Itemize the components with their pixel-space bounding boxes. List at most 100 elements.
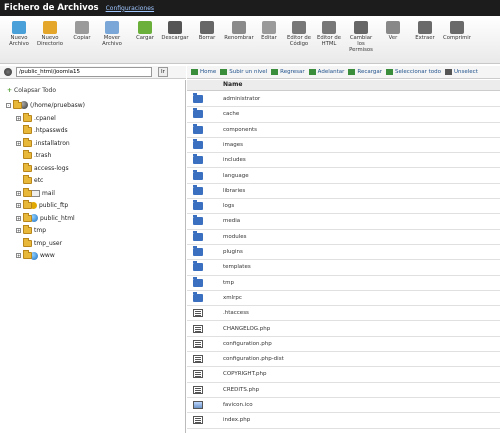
column-name-header[interactable]: Name [223,81,242,88]
forward-action[interactable]: Adelantar [308,69,345,75]
tree-item[interactable]: + public_ftp [16,200,68,211]
file-row[interactable]: modules [187,230,500,245]
new-file-button[interactable]: Nuevo Archivo [4,21,34,47]
back-action[interactable]: Regresar [271,69,305,75]
collapse-all-link[interactable]: + Colapsar Todo [7,87,56,94]
upload-button[interactable]: Cargar [130,21,160,41]
tree-item[interactable]: + public_html [16,212,75,223]
expand-node-icon[interactable]: + [16,203,21,208]
edit-button[interactable]: Editar [254,21,284,41]
file-row[interactable]: administrator [187,92,500,108]
code-editor-button[interactable]: Editor de Código [284,21,314,47]
html-editor-button[interactable]: Editor de HTML [314,21,344,47]
tree-root[interactable]: - (/home/pruebasw) [6,99,85,110]
file-row[interactable]: configuration.php-dist [187,352,500,368]
file-row[interactable]: plugins [187,245,500,261]
file-icon [193,309,203,318]
file-row[interactable]: xmlrpc [187,291,500,307]
delete-button[interactable]: Borrar [192,21,222,41]
file-row[interactable]: .htaccess [187,306,500,322]
toolbar-button-label: Descargar [161,35,189,41]
tree-item-label: etc [34,177,44,184]
download-button[interactable]: Descargar [160,21,190,41]
file-row[interactable]: index.php [187,413,500,429]
tree-item[interactable]: access-logs [16,162,69,173]
new-file-icon [12,21,26,34]
path-bar: Ir [0,66,186,79]
tree-item[interactable]: + .cpanel [16,112,56,123]
compress-button[interactable]: Comprimir [442,21,472,41]
expand-node-icon[interactable]: + [16,253,21,258]
expand-node-icon[interactable]: + [16,190,21,196]
file-row[interactable]: COPYRIGHT.php [187,367,500,383]
file-row[interactable]: logs [187,199,500,215]
tree-item[interactable]: etc [16,175,44,186]
file-row[interactable]: CHANGELOG.php [187,322,500,337]
file-row[interactable]: tmp [187,276,500,291]
tree-item[interactable]: .htpasswds [16,125,68,136]
file-row[interactable]: favicon.ico [187,398,500,414]
tree-item[interactable]: .trash [16,150,51,161]
file-row[interactable]: CREDITS.php [187,383,500,398]
go-button[interactable]: Ir [158,67,168,77]
tree-item-label: tmp [34,227,47,234]
file-name: images [223,141,243,148]
toolbar-button-label: Mover Archivo [102,35,122,47]
file-row[interactable]: components [187,123,500,138]
tree-item[interactable]: + www [16,250,55,261]
file-name: components [223,126,257,133]
file-row[interactable]: libraries [187,184,500,200]
file-row[interactable]: includes [187,153,500,169]
extract-button[interactable]: Extraer [410,21,440,41]
reload-action[interactable]: Recargar [348,69,382,75]
unselect-action[interactable]: Unselect [445,69,478,75]
rename-button[interactable]: Renombrar [224,21,254,41]
home-icon[interactable] [4,68,12,76]
file-row[interactable]: configuration.php [187,337,500,353]
permissions-button[interactable]: Cambiar los Permisos [346,21,376,53]
home-action[interactable]: Home [191,69,216,75]
folder-icon [193,200,203,211]
expand-node-icon[interactable]: + [16,115,21,121]
tree-item[interactable]: tmp_user [16,237,62,248]
folder-icon [23,150,32,159]
folder-icon [193,276,203,287]
tree-item[interactable]: + tmp [16,225,47,236]
select-all-action[interactable]: Seleccionar todo [386,69,441,75]
title-bar: Fichero de Archivos Configuraciones [0,0,500,16]
action-label: Seleccionar todo [395,69,441,75]
delete-icon [200,21,214,34]
file-row[interactable]: media [187,214,500,230]
file-row[interactable]: templates [187,260,500,276]
copy-button[interactable]: Copiar [67,21,97,41]
collapse-node-icon[interactable]: - [6,102,11,108]
move-button[interactable]: Mover Archivo [97,21,127,47]
file-row[interactable]: language [187,169,500,184]
new-folder-button[interactable]: Nuevo Directorio [35,21,65,47]
tree-item-label: .cpanel [34,114,56,122]
folder-icon [23,212,32,222]
view-button[interactable]: Ver [378,21,408,41]
toolbar-button-label: Nuevo Directorio [37,35,63,47]
folder-icon [23,237,32,247]
toolbar-button-label: Borrar [198,35,216,41]
action-bar: Home Subir un nivel Regresar Adelantar Recar… [187,66,500,79]
settings-link[interactable]: Configuraciones [106,5,154,12]
action-label: Adelantar [317,69,345,75]
folder-icon [23,137,32,147]
action-label: Subir un nivel [229,69,268,75]
expand-node-icon[interactable]: + [16,215,21,221]
file-icon [193,355,203,364]
tree-item[interactable]: + .installatron [16,137,70,148]
expand-node-icon[interactable]: + [16,228,21,233]
tree-item[interactable]: + mail [16,187,55,198]
toolbar-button-label: Renombrar [224,35,254,41]
expand-node-icon[interactable]: + [16,140,21,146]
file-row[interactable]: images [187,138,500,154]
path-input[interactable] [16,67,152,77]
folder-icon [193,123,203,134]
toolbar-button-label: Cambiar los Permisos [349,35,373,53]
folder-icon [23,200,32,209]
file-row[interactable]: cache [187,107,500,123]
up-level-action[interactable]: Subir un nivel [220,69,267,75]
